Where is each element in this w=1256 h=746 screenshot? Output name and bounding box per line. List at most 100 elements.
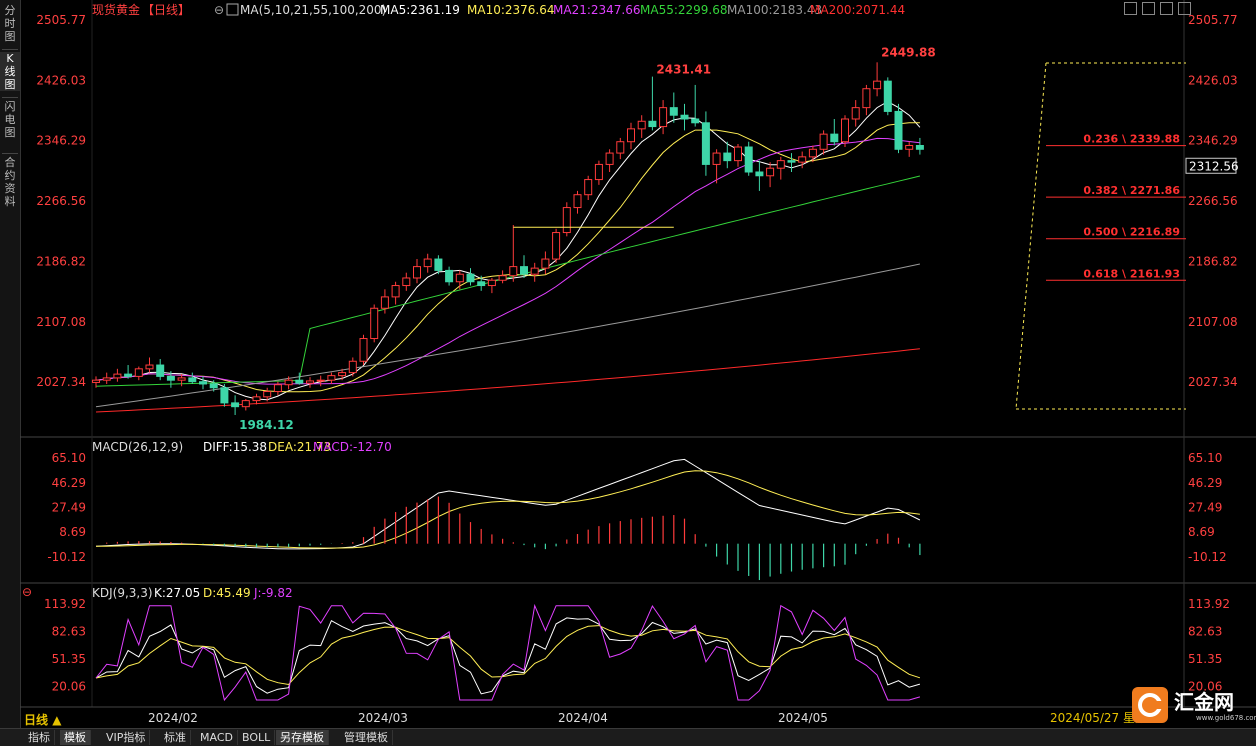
- candle-body[interactable]: [316, 379, 325, 382]
- candle-body[interactable]: [862, 88, 871, 109]
- candle-body[interactable]: [530, 267, 539, 275]
- candle-body[interactable]: [402, 277, 411, 287]
- candle-body[interactable]: [819, 133, 828, 150]
- bottom-tab-0[interactable]: 指标: [24, 730, 55, 745]
- candle-body[interactable]: [776, 160, 785, 169]
- candle-body[interactable]: [263, 391, 272, 398]
- ma-toggle-icon[interactable]: [226, 3, 239, 16]
- candle-body[interactable]: [509, 266, 518, 277]
- period-selector[interactable]: 日线 ▲: [24, 711, 61, 728]
- candle-body[interactable]: [841, 118, 849, 143]
- candle-body[interactable]: [327, 375, 336, 381]
- candle-body[interactable]: [798, 156, 807, 163]
- candle-body[interactable]: [455, 273, 464, 283]
- candle-body[interactable]: [627, 128, 635, 143]
- candle-body[interactable]: [701, 122, 710, 165]
- candle-body[interactable]: [744, 146, 753, 173]
- candle-body[interactable]: [177, 377, 186, 381]
- candle-body[interactable]: [124, 373, 133, 377]
- candle-body[interactable]: [487, 279, 496, 287]
- candle-body[interactable]: [915, 144, 924, 150]
- candle-body[interactable]: [669, 107, 678, 116]
- candle-body[interactable]: [894, 110, 903, 150]
- candle-body[interactable]: [723, 152, 732, 162]
- candle-body[interactable]: [905, 144, 914, 150]
- bottom-tab-6[interactable]: 另存模板: [276, 730, 329, 745]
- price-panel[interactable]: 2505.77 2505.77 2426.03 2426.03 2346.29 2346.…: [36, 13, 1238, 432]
- candle-body[interactable]: [166, 375, 175, 381]
- candle-body[interactable]: [830, 133, 839, 143]
- candle-body[interactable]: [348, 360, 357, 374]
- candle-body[interactable]: [273, 384, 282, 393]
- candle-body[interactable]: [156, 364, 165, 377]
- candle-body[interactable]: [466, 273, 475, 283]
- candle-body[interactable]: [134, 368, 143, 377]
- candle-body[interactable]: [423, 258, 432, 268]
- zoom-out-icon[interactable]: [1160, 2, 1173, 15]
- candle-body[interactable]: [562, 207, 571, 234]
- kdj-settings-icon[interactable]: ⊖: [22, 585, 32, 599]
- ma-settings-icon[interactable]: ⊖: [214, 3, 224, 17]
- candle-body[interactable]: [552, 232, 561, 260]
- bottom-tab-5[interactable]: BOLL: [238, 730, 276, 745]
- bottom-tab-7[interactable]: 管理模板: [340, 730, 393, 745]
- crosshair-icon[interactable]: [1124, 2, 1137, 15]
- candle-body[interactable]: [434, 258, 443, 271]
- candle-body[interactable]: [584, 179, 593, 196]
- candle-body[interactable]: [594, 163, 603, 181]
- candle-body[interactable]: [808, 148, 817, 158]
- candle-body[interactable]: [648, 120, 657, 128]
- candle-body[interactable]: [380, 296, 389, 309]
- candle-body[interactable]: [541, 258, 550, 269]
- sidebar-tab-3[interactable]: 合约资料: [0, 156, 20, 208]
- candle-body[interactable]: [691, 118, 700, 124]
- bottom-tab-4[interactable]: MACD: [196, 730, 238, 745]
- candle-body[interactable]: [883, 80, 892, 112]
- candle-body[interactable]: [659, 107, 668, 128]
- candle-body[interactable]: [92, 379, 100, 383]
- zoom-in-icon[interactable]: [1142, 2, 1155, 15]
- candle-body[interactable]: [241, 400, 250, 408]
- candle-body[interactable]: [295, 379, 304, 384]
- candle-body[interactable]: [391, 285, 400, 298]
- candle-body[interactable]: [755, 171, 764, 177]
- sidebar-tab-2[interactable]: 闪电图: [0, 100, 20, 139]
- candle-body[interactable]: [520, 266, 528, 275]
- candle-body[interactable]: [873, 80, 882, 90]
- candle-body[interactable]: [851, 107, 860, 120]
- candle-body[interactable]: [102, 377, 111, 381]
- candle-body[interactable]: [787, 160, 796, 163]
- candle-body[interactable]: [616, 141, 625, 154]
- candle-body[interactable]: [359, 338, 368, 362]
- candle-body[interactable]: [338, 372, 347, 377]
- candle-body[interactable]: [145, 364, 154, 370]
- candle-body[interactable]: [477, 281, 486, 287]
- candle-body[interactable]: [445, 269, 454, 283]
- fib-diagonal-line[interactable]: [1015, 62, 1047, 410]
- candle-body[interactable]: [712, 152, 721, 165]
- bottom-tab-3[interactable]: 标准: [160, 730, 191, 745]
- bottom-tab-2[interactable]: VIP指标: [102, 730, 151, 745]
- candle-body[interactable]: [252, 396, 261, 402]
- sidebar-tab-0[interactable]: 分时图: [0, 4, 20, 43]
- candle-body[interactable]: [413, 266, 421, 279]
- candle-body[interactable]: [199, 381, 207, 385]
- candle-body[interactable]: [498, 275, 507, 281]
- grid-icon[interactable]: [1178, 2, 1191, 15]
- chart-canvas[interactable]: 现货黄金 【日线】 ⊖ MA(5,10,21,55,100,200) MA5:2…: [20, 0, 1256, 728]
- candle-body[interactable]: [220, 387, 229, 404]
- candle-body[interactable]: [637, 120, 646, 130]
- candle-body[interactable]: [188, 377, 197, 383]
- candle-body[interactable]: [284, 379, 293, 386]
- candle-body[interactable]: [231, 402, 240, 408]
- candle-body[interactable]: [605, 152, 614, 165]
- candle-body[interactable]: [370, 307, 379, 340]
- candle-body[interactable]: [573, 194, 582, 209]
- candle-body[interactable]: [209, 383, 218, 389]
- bottom-tab-1[interactable]: 模板: [60, 730, 91, 745]
- sidebar-tab-1[interactable]: K线图: [0, 52, 20, 91]
- candle-body[interactable]: [113, 373, 122, 379]
- kdj-panel[interactable]: 113.92 113.9282.63 82.6351.35 51.3520.06 20.…: [44, 597, 1230, 702]
- candle-body[interactable]: [680, 114, 689, 120]
- candle-body[interactable]: [734, 146, 742, 162]
